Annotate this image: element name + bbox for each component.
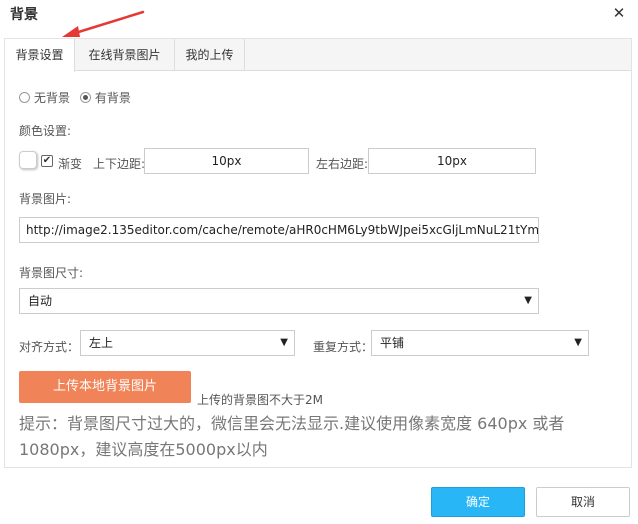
ok-button[interactable]: 确定	[431, 487, 525, 517]
image-size-select[interactable]: 自动 ▼	[19, 288, 539, 314]
tab-bar: 背景设置 在线背景图片 我的上传	[5, 39, 631, 72]
radio-has-background[interactable]: 有背景	[79, 91, 131, 105]
radio-icon	[19, 92, 30, 103]
repeat-select[interactable]: 平铺 ▼	[371, 330, 589, 356]
annotation-arrow-icon	[62, 10, 145, 37]
upload-local-image-button[interactable]: 上传本地背景图片	[19, 371, 191, 403]
horizontal-margin-label: 左右边距:	[316, 157, 369, 171]
radio-checked-icon	[79, 92, 91, 103]
settings-panel: 背景设置 在线背景图片 我的上传 无背景 有背景 颜色设置: ✔ 渐变 上下边距…	[4, 38, 632, 468]
hint-text: 提示：背景图尺寸过大的，微信里会无法显示.建议使用像素宽度 640px 或者 1…	[19, 414, 565, 459]
select-value: 左上	[89, 336, 114, 350]
chevron-down-icon: ▼	[574, 337, 582, 348]
background-image-url-input[interactable]: http://image2.135editor.com/cache/remote…	[19, 217, 539, 243]
alignment-select[interactable]: 左上 ▼	[80, 330, 295, 356]
tab-background-settings[interactable]: 背景设置	[5, 39, 75, 72]
tab-my-uploads[interactable]: 我的上传	[175, 39, 245, 71]
chevron-down-icon: ▼	[280, 337, 288, 348]
tab-online-images[interactable]: 在线背景图片	[75, 39, 175, 71]
gradient-checkbox[interactable]: ✔	[41, 155, 53, 167]
chevron-down-icon: ▼	[524, 295, 532, 306]
image-size-label: 背景图尺寸:	[19, 266, 84, 280]
cancel-button[interactable]: 取消	[536, 487, 630, 517]
vertical-margin-input[interactable]: 10px	[144, 148, 309, 174]
vertical-margin-label: 上下边距:	[93, 157, 146, 171]
horizontal-margin-input[interactable]: 10px	[368, 148, 536, 174]
radio-label: 有背景	[94, 91, 131, 105]
close-icon[interactable]: ✕	[610, 4, 628, 22]
select-value: 自动	[28, 294, 53, 308]
radio-no-background[interactable]: 无背景	[19, 91, 70, 105]
upload-size-note: 上传的背景图不大于2M	[197, 393, 323, 407]
background-image-label: 背景图片:	[19, 192, 72, 206]
select-value: 平铺	[380, 336, 405, 350]
dialog-title: 背景	[10, 7, 38, 23]
gradient-label: 渐变	[58, 157, 83, 171]
background-mode-group: 无背景 有背景	[19, 89, 137, 106]
alignment-label: 对齐方式：	[19, 340, 80, 354]
repeat-label: 重复方式：	[313, 340, 374, 354]
color-picker-swatch[interactable]	[19, 151, 37, 169]
radio-label: 无背景	[34, 91, 71, 105]
color-settings-label: 颜色设置:	[19, 124, 72, 138]
